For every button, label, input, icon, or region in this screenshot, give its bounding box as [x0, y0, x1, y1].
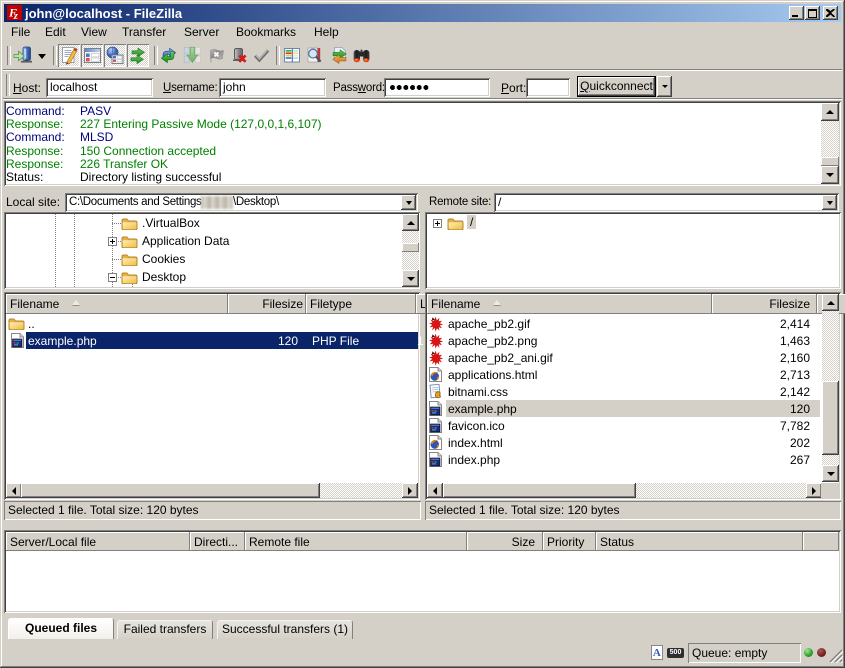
svg-text:A: A [653, 647, 661, 659]
svg-text:z: z [13, 11, 19, 20]
